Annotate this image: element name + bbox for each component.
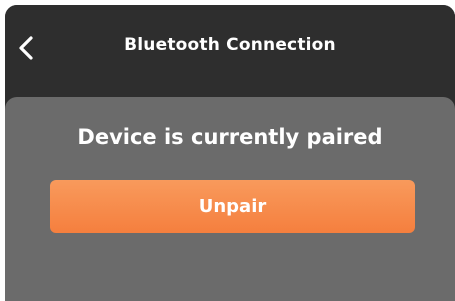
unpair-button-label: Unpair	[198, 196, 267, 217]
bluetooth-screen: Bluetooth Connection Device is currently…	[5, 5, 455, 301]
unpair-button[interactable]: Unpair	[50, 180, 415, 233]
page-title: Bluetooth Connection	[124, 35, 336, 55]
nav-header: Bluetooth Connection	[5, 5, 455, 97]
pairing-status-text: Device is currently paired	[77, 125, 383, 149]
pairing-panel: Device is currently paired Unpair	[5, 97, 455, 301]
